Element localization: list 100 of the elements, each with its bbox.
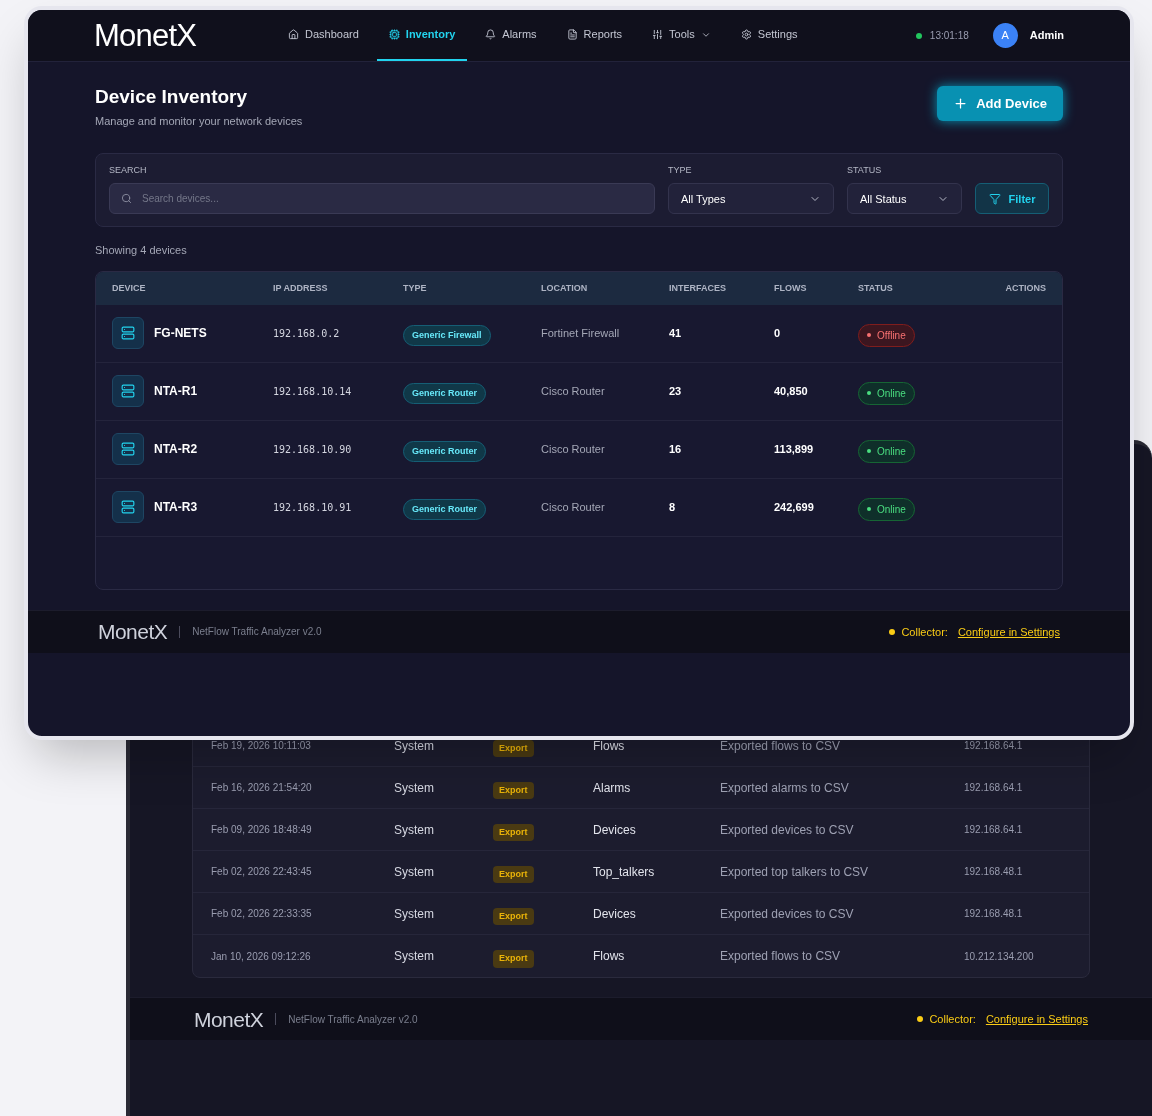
timestamp-cell-text: Feb 09, 2026 18:48:49: [211, 823, 313, 837]
device-name: NTA-R1: [154, 383, 198, 401]
nav-tab[interactable]: Alarms: [473, 10, 549, 61]
user-cell-text: System: [394, 948, 435, 965]
user-name: Admin: [1029, 28, 1064, 44]
user-cell-text: System: [394, 905, 435, 923]
footer-logo: MonetX: [194, 1008, 264, 1030]
column-header: LOCATION: [541, 281, 589, 295]
resource-cell-text: Top_talkers: [593, 863, 656, 881]
resource-cell-text: Devices: [593, 821, 637, 839]
avatar[interactable]: A: [992, 23, 1018, 48]
flows-cell-text: 242,699: [774, 500, 815, 515]
ip-cell-text: 192.168.64.1: [964, 823, 1024, 837]
timestamp-cell-text: Feb 16, 2026 21:54:20: [211, 781, 313, 795]
server-icon: [112, 433, 144, 466]
product-version: NetFlow Traffic Analyzer v2.0: [192, 625, 322, 640]
column-header: IP ADDRESS: [273, 281, 329, 295]
filter-icon: [988, 192, 1001, 205]
product-version: NetFlow Traffic Analyzer v2.0: [288, 1012, 418, 1027]
status-dropdown[interactable]: All Status: [847, 183, 962, 215]
type-tag: Generic Router: [403, 382, 487, 404]
interfaces-cell-text: 41: [669, 326, 683, 341]
nav-icon: [566, 29, 578, 40]
action-tag: Export: [493, 865, 534, 883]
location-cell-text: Cisco Router: [541, 500, 606, 515]
ip-cell-text: 192.168.48.1: [964, 907, 1024, 921]
page-subtitle: Manage and monitor your network devices: [95, 113, 303, 129]
type-tag: Generic Router: [403, 440, 487, 462]
plus-icon: [953, 96, 969, 111]
device-name: FG-NETS: [154, 325, 207, 343]
ip-cell-text: 192.168.10.14: [273, 384, 353, 399]
nav-icon: [288, 29, 299, 40]
add-device-button[interactable]: Add Device: [937, 86, 1063, 121]
ip-cell-text: 192.168.10.91: [273, 500, 353, 515]
action-tag: Export: [493, 823, 534, 841]
column-header: ACTIONS: [1005, 281, 1046, 295]
server-icon: [112, 375, 144, 408]
details-cell-text: Exported devices to CSV: [720, 821, 855, 839]
device-name: NTA-R2: [154, 441, 198, 459]
ip-cell-text: 10.212.134.200: [964, 949, 1035, 964]
resource-cell-text: Flows: [593, 737, 626, 755]
footer-logo: MonetX: [98, 621, 168, 643]
resource-cell-text: Devices: [593, 905, 637, 923]
resource-cell-text: Flows: [593, 948, 626, 965]
type-tag: Generic Firewall: [403, 324, 491, 346]
details-cell-text: Exported alarms to CSV: [720, 779, 850, 797]
configure-link[interactable]: Configure in Settings: [985, 1010, 1088, 1028]
details-cell-text: Exported flows to CSV: [720, 948, 842, 965]
type-tag: Generic Router: [403, 498, 487, 520]
ip-cell-text: 192.168.64.1: [964, 781, 1024, 795]
user-cell-text: System: [394, 737, 435, 755]
location-cell-text: Cisco Router: [541, 384, 606, 399]
configure-link[interactable]: Configure in Settings: [957, 623, 1060, 640]
action-tag: Export: [493, 950, 534, 968]
action-tag: Export: [493, 781, 534, 799]
nav-tab[interactable]: Settings: [728, 10, 810, 61]
timestamp-cell-text: Jan 10, 2026 09:12:26: [211, 949, 312, 964]
nav-icon: [740, 29, 752, 40]
search-field[interactable]: Search devices...: [109, 183, 655, 215]
ip-cell-text: 192.168.10.90: [273, 442, 353, 457]
details-cell-text: Exported top talkers to CSV: [720, 863, 870, 881]
nav-tab[interactable]: Tools: [640, 10, 723, 61]
nav-icon: [652, 29, 664, 40]
server-icon: [112, 491, 144, 524]
details-cell-text: Exported devices to CSV: [720, 905, 855, 923]
user-cell-text: System: [394, 821, 435, 839]
nav-tab[interactable]: Inventory: [376, 10, 468, 61]
type-dropdown[interactable]: All Types: [668, 183, 834, 215]
user-cell-text: System: [394, 863, 435, 881]
flows-cell-text: 113,899: [774, 442, 815, 457]
nav-tab[interactable]: Dashboard: [276, 10, 371, 61]
status-tag: Online: [858, 439, 915, 463]
interfaces-cell-text: 8: [669, 500, 677, 515]
timestamp-cell-text: Feb 19, 2026 10:11:03: [211, 739, 312, 753]
column-header: DEVICE: [112, 281, 147, 295]
page-title: Device Inventory: [95, 85, 249, 109]
action-tag: Export: [493, 907, 534, 925]
search-label: SEARCH: [109, 163, 148, 177]
status-tag: Offline: [858, 323, 915, 347]
device-name: NTA-R3: [154, 499, 198, 517]
clock: 13:01:18: [929, 29, 969, 43]
location-cell-text: Fortinet Firewall: [541, 326, 621, 341]
interfaces-cell-text: 16: [669, 442, 683, 457]
ip-cell-text: 192.168.0.2: [273, 326, 341, 341]
ip-cell-text: 192.168.64.1: [964, 739, 1024, 753]
nav-icon: [485, 29, 497, 40]
timestamp-cell-text: Feb 02, 2026 22:43:45: [211, 865, 313, 879]
flows-cell-text: 0: [774, 326, 782, 341]
filter-button[interactable]: Filter: [975, 183, 1049, 215]
column-header: INTERFACES: [669, 281, 727, 295]
status-label: STATUS: [847, 163, 883, 177]
nav-icon: [388, 29, 400, 40]
ip-cell-text: 192.168.48.1: [964, 865, 1024, 879]
nav-tab[interactable]: Reports: [554, 10, 635, 61]
status-tag: Online: [858, 497, 915, 521]
user-cell-text: System: [394, 779, 435, 797]
device-count: Showing 4 devices: [95, 243, 188, 259]
column-header: TYPE: [403, 281, 428, 295]
location-cell-text: Cisco Router: [541, 442, 606, 457]
interfaces-cell-text: 23: [669, 384, 683, 399]
